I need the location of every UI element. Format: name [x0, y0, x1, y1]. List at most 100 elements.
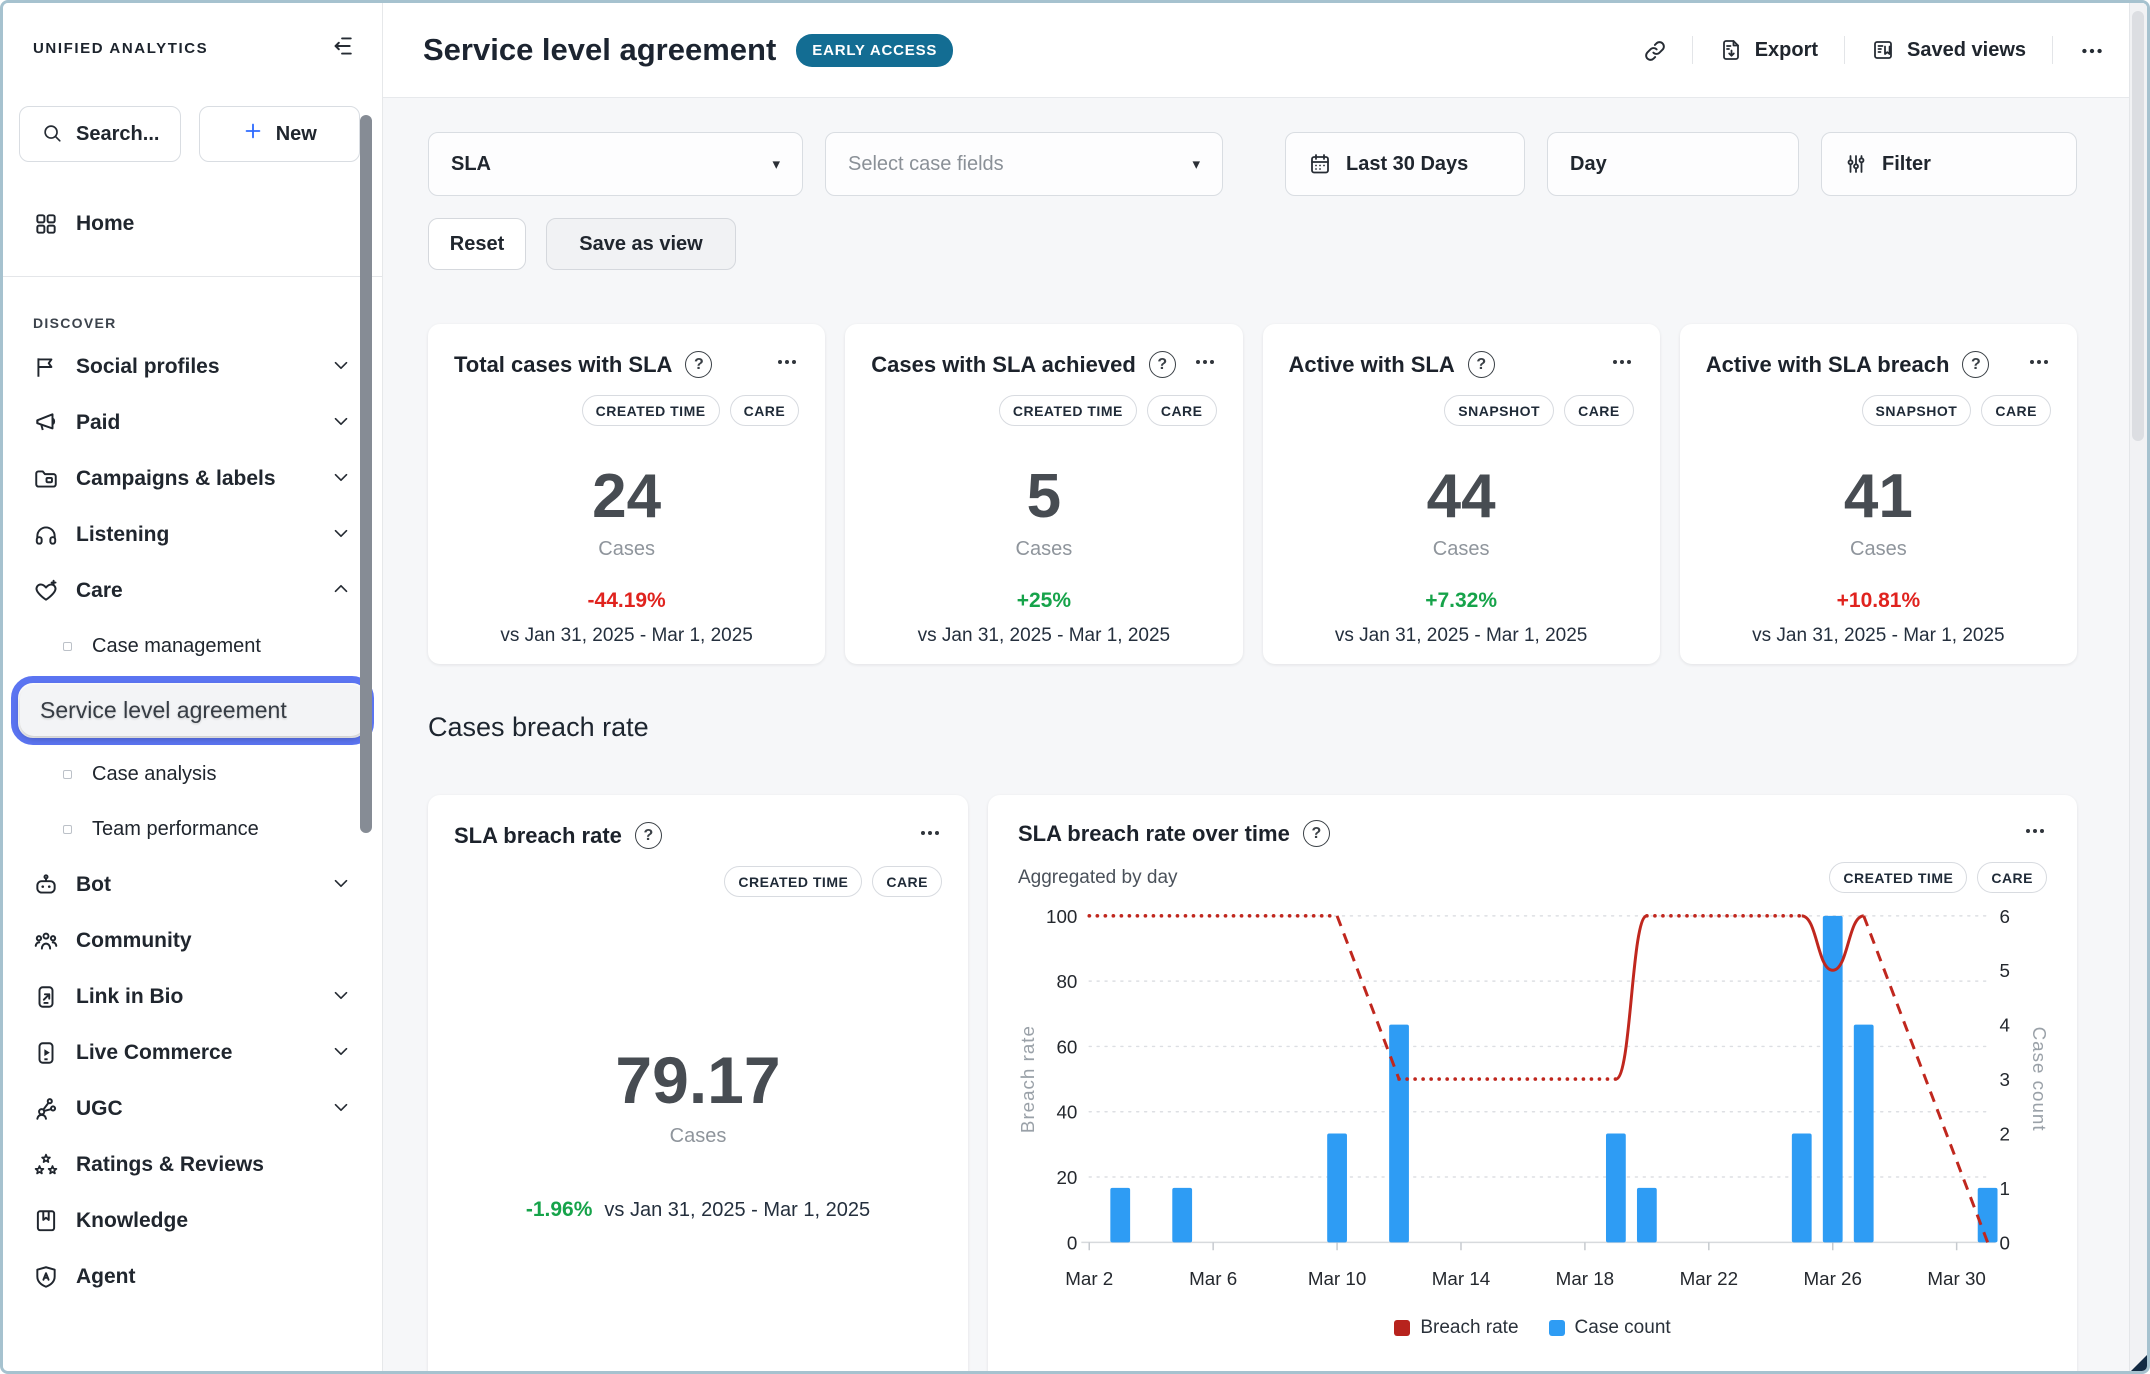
sidebar-item-campaigns-labels[interactable]: Campaigns & labels: [3, 451, 382, 507]
sidebar-item-link-in-bio[interactable]: Link in Bio: [3, 969, 382, 1025]
early-access-badge: EARLY ACCESS: [796, 34, 953, 67]
sidebar-item-label: Link in Bio: [76, 985, 330, 1009]
sla-dropdown[interactable]: SLA ▾: [428, 132, 803, 196]
help-icon[interactable]: ?: [1962, 351, 1989, 378]
help-icon[interactable]: ?: [635, 822, 662, 849]
chevron-down-icon: [330, 410, 352, 437]
sidebar-subitem-team-performance[interactable]: Team performance: [3, 802, 382, 857]
plus-icon: [242, 120, 264, 148]
page-header: Service level agreement EARLY ACCESS Exp…: [383, 3, 2147, 98]
shield-a-icon: [33, 1264, 59, 1290]
tag-care: CARE: [1564, 395, 1634, 426]
sidebar-item-ratings-reviews[interactable]: Ratings & Reviews: [3, 1137, 382, 1193]
sidebar-item-bot[interactable]: Bot: [3, 857, 382, 913]
kpi-card-cases-with-sla-achieved: Cases with SLA achieved ? CREATED TIME C…: [845, 324, 1242, 664]
help-icon[interactable]: ?: [1149, 351, 1176, 378]
tag-created-time: CREATED TIME: [999, 395, 1137, 426]
kpi-delta: +25%: [871, 589, 1216, 613]
sidebar-item-label: Care: [76, 579, 330, 603]
svg-text:Mar 14: Mar 14: [1432, 1268, 1490, 1289]
sidebar-item-social-profiles[interactable]: Social profiles: [3, 339, 382, 395]
sidebar-item-label: Knowledge: [76, 1209, 352, 1233]
page-title: Service level agreement: [423, 32, 776, 68]
main-scrollbar[interactable]: [2129, 3, 2147, 1371]
sidebar-section-discover: DISCOVER: [3, 315, 382, 331]
home-grid-icon: [33, 211, 59, 237]
svg-text:Mar 18: Mar 18: [1556, 1268, 1614, 1289]
chevron-down-icon: [330, 1096, 352, 1123]
svg-text:Mar 2: Mar 2: [1065, 1268, 1113, 1289]
sidebar-item-care[interactable]: Care: [3, 563, 382, 619]
sidebar-subitem-service-level-agreement[interactable]: Service level agreement: [20, 685, 365, 736]
save-as-view-button[interactable]: Save as view: [546, 218, 736, 270]
kpi-unit: Cases: [1706, 538, 2051, 561]
svg-text:6: 6: [1999, 906, 2009, 927]
calendar-icon: [1308, 152, 1332, 176]
tag-care: CARE: [872, 866, 942, 897]
tag-care: CARE: [1977, 862, 2047, 893]
sidebar-item-agent[interactable]: Agent: [3, 1249, 382, 1305]
kpi-value: 5: [871, 466, 1216, 528]
tag-care: CARE: [730, 395, 800, 426]
card-menu-icon[interactable]: [1193, 350, 1217, 379]
sla-breach-rate-card: SLA breach rate ? CREATED TIME CARE 79.1…: [428, 795, 968, 1371]
card-title: SLA breach rate: [454, 823, 622, 849]
help-icon[interactable]: ?: [1468, 351, 1495, 378]
card-menu-icon[interactable]: [1610, 350, 1634, 379]
kpi-unit: Cases: [871, 538, 1216, 561]
sidebar-subitem-label: Case management: [92, 635, 261, 658]
svg-text:Breach rate: Breach rate: [1018, 1025, 1038, 1133]
sidebar-item-live-commerce[interactable]: Live Commerce: [3, 1025, 382, 1081]
sla-over-time-chart[interactable]: 0204060801000123456Mar 2Mar 6Mar 10Mar 1…: [1018, 901, 2047, 1317]
search-label: Search...: [76, 123, 159, 146]
help-icon[interactable]: ?: [685, 351, 712, 378]
sidebar-item-listening[interactable]: Listening: [3, 507, 382, 563]
kpi-compare: vs Jan 31, 2025 - Mar 1, 2025: [454, 625, 799, 647]
breach-rate-unit: Cases: [454, 1125, 942, 1148]
tag-snapshot: SNAPSHOT: [1444, 395, 1554, 426]
sidebar-item-home[interactable]: Home: [3, 196, 382, 252]
card-menu-icon[interactable]: [775, 350, 799, 379]
sliders-icon: [1844, 152, 1868, 176]
sidebar-item-knowledge[interactable]: Knowledge: [3, 1193, 382, 1249]
phone-link-icon: [33, 984, 59, 1010]
main-scrollbar-thumb[interactable]: [2132, 11, 2144, 441]
saved-views-label: Saved views: [1907, 39, 2026, 62]
sidebar-item-paid[interactable]: Paid: [3, 395, 382, 451]
sidebar-item-ugc[interactable]: UGC: [3, 1081, 382, 1137]
new-button[interactable]: New: [199, 106, 361, 162]
reset-button[interactable]: Reset: [428, 218, 526, 270]
granularity-button[interactable]: Day: [1547, 132, 1799, 196]
svg-text:60: 60: [1056, 1036, 1077, 1057]
filter-button[interactable]: Filter: [1821, 132, 2077, 196]
saved-views-button[interactable]: Saved views: [1871, 38, 2026, 62]
svg-text:Case count: Case count: [2029, 1027, 2047, 1132]
more-options-icon[interactable]: [2079, 38, 2103, 62]
filter-actions: Reset Save as view: [428, 218, 2077, 270]
search-button[interactable]: Search...: [19, 106, 181, 162]
sla-dropdown-value: SLA: [451, 153, 491, 176]
case-fields-dropdown[interactable]: Select case fields ▾: [825, 132, 1223, 196]
chevron-down-icon: [330, 354, 352, 381]
sidebar-item-community[interactable]: Community: [3, 913, 382, 969]
section-title-cases-breach-rate: Cases breach rate: [428, 712, 2077, 743]
sidebar-subitem-case-management[interactable]: Case management: [3, 619, 382, 674]
date-range-button[interactable]: Last 30 Days: [1285, 132, 1525, 196]
bullet-square-icon: [63, 642, 72, 651]
export-button[interactable]: Export: [1719, 38, 1818, 62]
breach-rate-delta: -1.96%: [526, 1198, 593, 1222]
sidebar-subitem-case-analysis[interactable]: Case analysis: [3, 747, 382, 802]
resize-handle[interactable]: [2131, 1355, 2147, 1371]
sidebar-item-label: Social profiles: [76, 355, 330, 379]
tag-care: CARE: [1147, 395, 1217, 426]
card-menu-icon[interactable]: [2027, 350, 2051, 379]
card-menu-icon[interactable]: [2023, 819, 2047, 848]
collapse-sidebar-icon[interactable]: [328, 33, 354, 64]
chart-aggregation-label: Aggregated by day: [1018, 867, 1178, 889]
card-menu-icon[interactable]: [918, 821, 942, 850]
header-divider: [1844, 36, 1845, 64]
sidebar-scrollbar[interactable]: [360, 115, 372, 833]
header-divider: [1692, 36, 1693, 64]
link-icon[interactable]: [1642, 38, 1666, 62]
help-icon[interactable]: ?: [1303, 820, 1330, 847]
